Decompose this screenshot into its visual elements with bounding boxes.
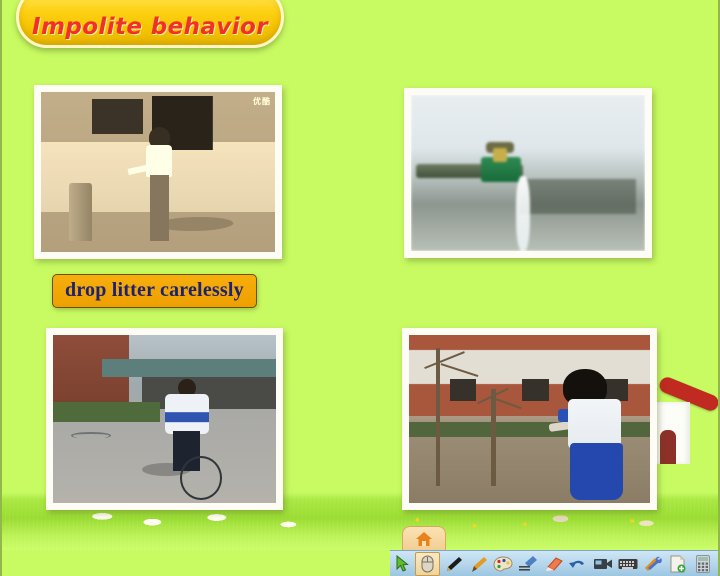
new-page-icon[interactable] — [665, 552, 690, 576]
covered-walkway — [142, 371, 276, 409]
mouse-icon[interactable] — [415, 551, 440, 576]
home-tab[interactable] — [402, 526, 446, 550]
water-stream — [516, 176, 531, 251]
tap-knob — [492, 148, 507, 163]
background-bench — [518, 179, 636, 214]
pen-icon[interactable] — [440, 552, 465, 576]
house-door — [660, 430, 676, 464]
title-banner: Impolite behavior — [16, 0, 284, 48]
photo-inner — [53, 335, 276, 503]
photo-inner — [409, 335, 650, 503]
girl-dropping-litter-photo[interactable]: 优酷 — [34, 85, 282, 259]
tree-trunk — [435, 348, 441, 487]
bicycle-scene — [53, 335, 276, 503]
girl-torso — [146, 144, 173, 177]
drop-litter-label[interactable]: drop litter carelessly — [52, 274, 257, 308]
bicycle-wheel — [180, 455, 223, 500]
building-window — [522, 378, 549, 401]
tree-trunk — [490, 388, 496, 487]
highlighter-icon[interactable] — [515, 552, 540, 576]
keyboard-icon[interactable] — [615, 552, 640, 576]
running-tap-photo[interactable] — [404, 88, 652, 258]
slide-canvas: Impolite behavior 优酷 drop litter careles… — [0, 0, 720, 576]
girl-trousers — [570, 442, 624, 500]
drop-litter-label-text: drop litter carelessly — [65, 279, 244, 301]
breaking-branches-photo[interactable] — [402, 328, 657, 510]
folder-icon[interactable] — [715, 552, 718, 576]
video-watermark: 优酷 — [253, 97, 271, 106]
tap-scene — [411, 95, 645, 251]
litter-scene: 优酷 — [41, 92, 275, 252]
palette-icon[interactable] — [490, 552, 515, 576]
tools-icon[interactable] — [640, 552, 665, 576]
photo-inner — [411, 95, 645, 251]
ground-hose — [70, 432, 111, 440]
eraser-icon[interactable] — [540, 552, 565, 576]
photo-inner: 优酷 — [41, 92, 275, 252]
canopy-roof — [102, 358, 276, 377]
undo-icon[interactable] — [565, 552, 590, 576]
rider-jacket — [164, 393, 210, 435]
girl-legs — [149, 175, 169, 241]
girl-jacket — [568, 398, 622, 450]
building-window — [449, 378, 477, 401]
cursor-icon[interactable] — [390, 552, 415, 576]
page-title: Impolite behavior — [32, 14, 268, 40]
house-decoration — [650, 374, 718, 464]
calculator-icon[interactable] — [690, 552, 715, 576]
brush-icon[interactable] — [465, 552, 490, 576]
video-camera-icon[interactable] — [590, 552, 615, 576]
riding-bicycle-photo[interactable] — [46, 328, 283, 510]
trash-bin — [69, 183, 93, 241]
home-icon — [416, 531, 432, 546]
tree-scene — [409, 335, 650, 503]
annotation-toolbar[interactable] — [390, 550, 718, 576]
hedge — [53, 402, 161, 423]
